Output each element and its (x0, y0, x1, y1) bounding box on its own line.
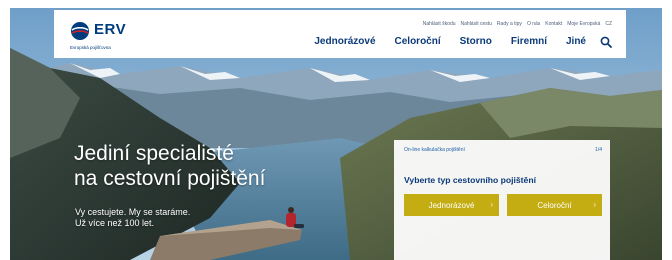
hero-title: Jediní specialisté na cestovní pojištění (74, 141, 265, 191)
page-frame: ERV Evropská pojišťovna Nahlásit škodu N… (0, 0, 672, 260)
option-celorocni-button[interactable]: Celoroční › (507, 194, 602, 216)
search-icon (600, 36, 612, 48)
brand-logo[interactable]: ERV Evropská pojišťovna (70, 20, 150, 50)
nav-celorocni[interactable]: Celoroční (395, 36, 441, 47)
site-header: ERV Evropská pojišťovna Nahlásit škodu N… (54, 10, 626, 58)
calculator-title: Vyberte typ cestovního pojištění (404, 175, 536, 185)
nav-firemni[interactable]: Firemní (511, 36, 547, 47)
util-link-moje-evropska[interactable]: Moje Evropská (567, 21, 600, 27)
nav-jednorazove[interactable]: Jednorázové (314, 36, 375, 47)
hero-title-line1: Jediní specialisté (74, 142, 234, 165)
util-link-kontakt[interactable]: Kontakt (545, 21, 562, 27)
util-link-nahlasit-skodu[interactable]: Nahlásit škodu (423, 21, 456, 27)
chevron-right-icon: › (490, 200, 493, 209)
hero-sub-line1: Vy cestujete. My se staráme. (75, 207, 191, 217)
nav-storno[interactable]: Storno (460, 36, 492, 47)
option-celorocni-label: Celoroční (537, 200, 572, 210)
calculator-step: 1/4 (595, 147, 602, 153)
insurance-calculator-card: On-line kalkulačka pojištění 1/4 Vyberte… (394, 140, 610, 260)
utility-nav: Nahlásit škodu Nahlásit cestu Rady a tip… (423, 21, 612, 27)
nav-jine[interactable]: Jiné (566, 36, 586, 47)
hero-sub-line2: Už více než 100 let. (75, 218, 155, 228)
brand-tagline: Evropská pojišťovna (70, 45, 111, 50)
erv-logo-icon (71, 22, 89, 40)
brand-name: ERV (94, 21, 127, 38)
option-jednorazove-button[interactable]: Jednorázové › (404, 194, 499, 216)
hero-title-line2: na cestovní pojištění (74, 167, 266, 190)
option-jednorazove-label: Jednorázové (428, 200, 475, 210)
calculator-label: On-line kalkulačka pojištění (404, 147, 465, 153)
util-link-nahlasit-cestu[interactable]: Nahlásit cestu (461, 21, 492, 27)
hero-subtitle: Vy cestujete. My se staráme. Už více než… (75, 207, 190, 229)
language-switch[interactable]: CZ (605, 21, 612, 27)
main-nav: Jednorázové Celoroční Storno Firemní Jin… (314, 35, 612, 48)
util-link-o-nas[interactable]: O nás (527, 21, 540, 27)
util-link-rady-a-tipy[interactable]: Rady a tipy (497, 21, 522, 27)
search-button[interactable] (600, 35, 612, 48)
chevron-right-icon: › (593, 200, 596, 209)
